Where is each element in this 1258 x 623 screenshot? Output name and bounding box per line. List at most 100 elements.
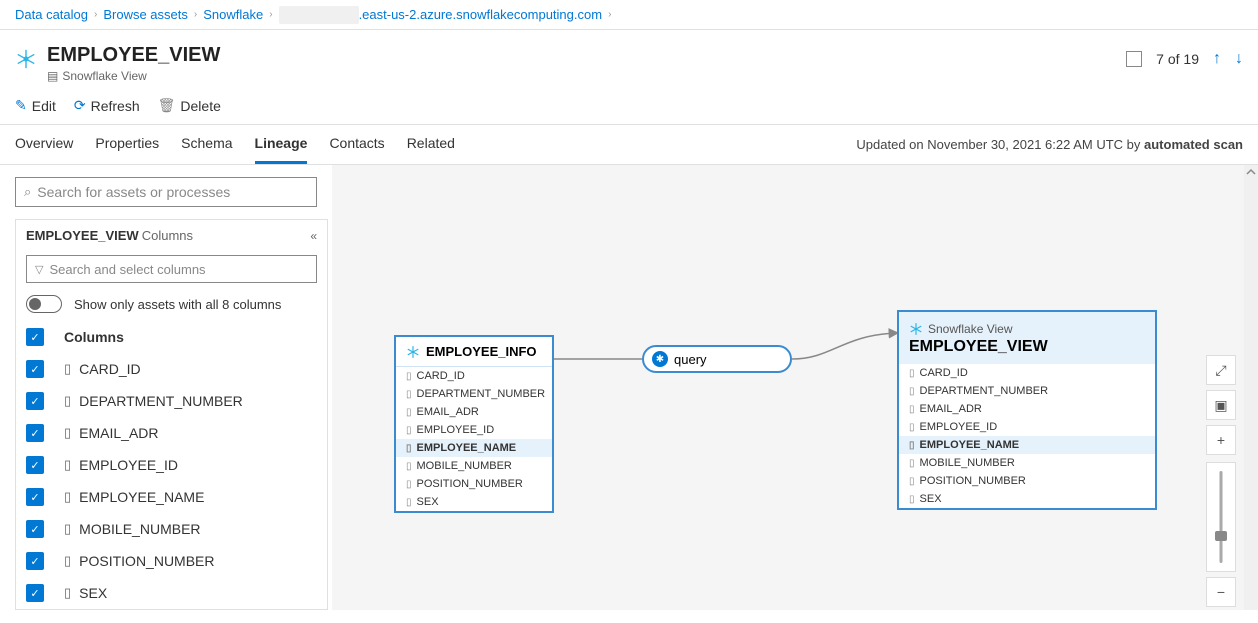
column-item[interactable]: ✓▯POSITION_NUMBER	[16, 545, 327, 577]
tab-lineage[interactable]: Lineage	[255, 125, 308, 164]
column-icon: ▯	[406, 479, 412, 490]
node-column[interactable]: ▯POSITION_NUMBER	[396, 475, 552, 493]
node-column[interactable]: ▯CARD_ID	[396, 367, 552, 385]
node-column[interactable]: ▯EMPLOYEE_NAME	[396, 439, 552, 457]
column-icon: ▯	[909, 440, 915, 451]
view-icon: ▤	[47, 69, 58, 83]
delete-button[interactable]: 🗑Delete	[158, 97, 221, 114]
node-column[interactable]: ▯EMAIL_ADR	[899, 400, 1155, 418]
node-column[interactable]: ▯EMAIL_ADR	[396, 403, 552, 421]
column-icon: ▯	[909, 494, 915, 505]
lineage-canvas[interactable]: EMPLOYEE_INFO ▯CARD_ID▯DEPARTMENT_NUMBER…	[332, 165, 1258, 610]
lineage-node-source[interactable]: EMPLOYEE_INFO ▯CARD_ID▯DEPARTMENT_NUMBER…	[394, 335, 554, 513]
trash-icon: 🗑	[158, 97, 176, 114]
show-all-toggle[interactable]	[26, 295, 62, 313]
node-column[interactable]: ▯EMPLOYEE_ID	[396, 421, 552, 439]
column-icon: ▯	[909, 404, 915, 415]
panel-suffix: Columns	[142, 228, 193, 243]
tab-overview[interactable]: Overview	[15, 125, 73, 164]
checkbox-icon[interactable]: ✓	[26, 552, 44, 570]
column-item[interactable]: ✓▯EMPLOYEE_NAME	[16, 481, 327, 513]
tab-properties[interactable]: Properties	[95, 125, 159, 164]
pager-text: 7 of 19	[1156, 51, 1199, 67]
fullscreen-button[interactable]: ⤢	[1206, 355, 1236, 385]
checkbox-icon[interactable]: ✓	[26, 360, 44, 378]
breadcrumb-item[interactable]: Browse assets	[103, 7, 188, 22]
column-item[interactable]: ✓▯CARD_ID	[16, 353, 327, 385]
node-column[interactable]: ▯MOBILE_NUMBER	[899, 454, 1155, 472]
column-item[interactable]: ✓▯MOBILE_NUMBER	[16, 513, 327, 545]
vertical-scrollbar[interactable]	[1244, 165, 1258, 610]
node-column[interactable]: ▯EMPLOYEE_NAME	[899, 436, 1155, 454]
snowflake-icon	[15, 48, 37, 70]
tab-contacts[interactable]: Contacts	[329, 125, 384, 164]
column-icon: ▯	[406, 407, 412, 418]
column-item[interactable]: ✓▯EMPLOYEE_ID	[16, 449, 327, 481]
node-column[interactable]: ▯DEPARTMENT_NUMBER	[396, 385, 552, 403]
column-icon: ▯	[909, 476, 915, 487]
lineage-process-query[interactable]: ✱ query	[642, 345, 792, 373]
page-title: EMPLOYEE_VIEW	[47, 44, 1126, 67]
checkbox-icon[interactable]: ✓	[26, 584, 44, 602]
column-icon: ▯	[64, 425, 71, 441]
checkbox-icon[interactable]: ✓	[26, 456, 44, 474]
collapse-icon[interactable]: «	[310, 229, 317, 243]
columns-panel: EMPLOYEE_VIEW Columns « ▽Search and sele…	[15, 219, 328, 610]
lineage-node-target[interactable]: Snowflake View EMPLOYEE_VIEW ▯CARD_ID▯DE…	[897, 310, 1157, 510]
column-icon: ▯	[406, 461, 412, 472]
prev-arrow-icon[interactable]: ↑	[1213, 50, 1221, 68]
refresh-button[interactable]: ⟳Refresh	[74, 97, 140, 114]
search-input[interactable]: ⌕Search for assets or processes	[15, 177, 317, 207]
column-icon: ▯	[64, 521, 71, 537]
column-item[interactable]: ✓▯EMAIL_ADR	[16, 417, 327, 449]
column-icon: ▯	[64, 393, 71, 409]
column-icon: ▯	[406, 371, 412, 382]
column-icon: ▯	[64, 457, 71, 473]
column-icon: ▯	[909, 422, 915, 433]
check-all-icon[interactable]: ✓	[26, 328, 44, 346]
page-subtitle: ▤Snowflake View	[47, 69, 1126, 83]
column-search-input[interactable]: ▽Search and select columns	[26, 255, 317, 283]
tab-related[interactable]: Related	[407, 125, 455, 164]
breadcrumb: Data catalog› Browse assets› Snowflake› …	[0, 0, 1258, 30]
column-icon: ▯	[909, 368, 915, 379]
refresh-icon: ⟳	[74, 97, 86, 114]
edit-button[interactable]: ✎Edit	[15, 97, 56, 114]
toggle-label: Show only assets with all 8 columns	[74, 297, 281, 312]
zoom-in-button[interactable]: +	[1206, 425, 1236, 455]
column-icon: ▯	[406, 425, 412, 436]
panel-title: EMPLOYEE_VIEW	[26, 228, 139, 243]
checkbox-icon[interactable]: ✓	[26, 488, 44, 506]
zoom-out-button[interactable]: −	[1206, 577, 1236, 607]
node-column[interactable]: ▯CARD_ID	[899, 364, 1155, 382]
node-column[interactable]: ▯MOBILE_NUMBER	[396, 457, 552, 475]
chevron-right-icon: ›	[94, 9, 97, 20]
column-icon: ▯	[64, 361, 71, 377]
zoom-slider[interactable]	[1206, 462, 1236, 572]
column-icon: ▯	[406, 497, 412, 508]
column-icon: ▯	[909, 386, 915, 397]
column-item[interactable]: ✓▯SEX	[16, 577, 327, 609]
snowflake-icon	[406, 345, 420, 359]
node-column[interactable]: ▯EMPLOYEE_ID	[899, 418, 1155, 436]
column-icon: ▯	[64, 585, 71, 601]
node-column[interactable]: ▯DEPARTMENT_NUMBER	[899, 382, 1155, 400]
breadcrumb-item[interactable]: Snowflake	[203, 7, 263, 22]
node-column[interactable]: ▯SEX	[899, 490, 1155, 508]
checkbox-icon[interactable]: ✓	[26, 392, 44, 410]
fit-button[interactable]: ▣	[1206, 390, 1236, 420]
column-icon: ▯	[909, 458, 915, 469]
pencil-icon: ✎	[15, 97, 27, 114]
node-column[interactable]: ▯POSITION_NUMBER	[899, 472, 1155, 490]
checkbox-icon[interactable]: ✓	[26, 424, 44, 442]
select-checkbox[interactable]	[1126, 51, 1142, 67]
column-item[interactable]: ✓▯DEPARTMENT_NUMBER	[16, 385, 327, 417]
breadcrumb-item[interactable]: Data catalog	[15, 7, 88, 22]
tab-schema[interactable]: Schema	[181, 125, 232, 164]
next-arrow-icon[interactable]: ↓	[1235, 50, 1243, 68]
chevron-right-icon: ›	[194, 9, 197, 20]
breadcrumb-host[interactable]: .east-us-2.azure.snowflakecomputing.com	[359, 7, 603, 22]
search-icon: ⌕	[24, 184, 31, 200]
checkbox-icon[interactable]: ✓	[26, 520, 44, 538]
node-column[interactable]: ▯SEX	[396, 493, 552, 511]
